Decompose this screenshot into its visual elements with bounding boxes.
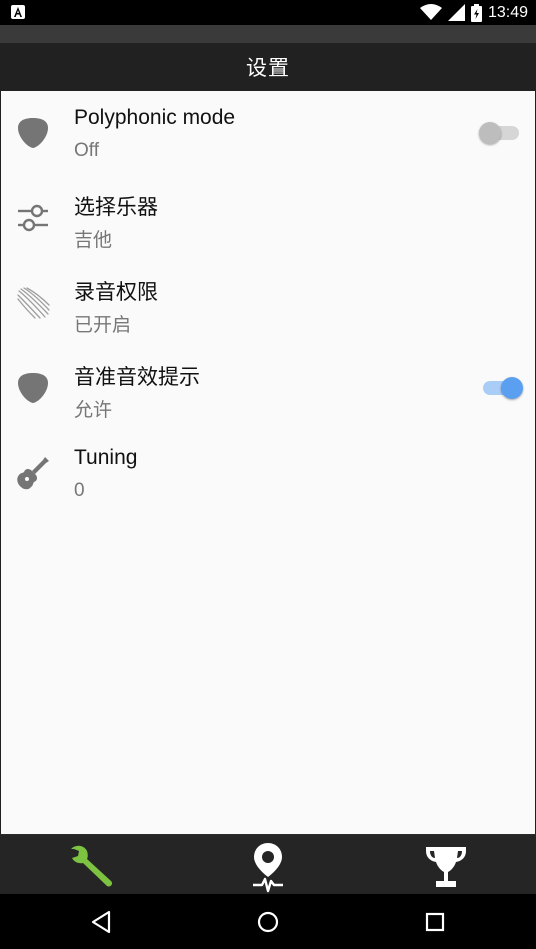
page-title: 设置 <box>246 56 290 80</box>
battery-icon <box>470 3 482 22</box>
signal-icon <box>447 4 465 21</box>
top-strip <box>0 25 536 43</box>
setting-value: 允许 <box>74 400 113 421</box>
back-icon[interactable] <box>87 908 117 936</box>
setting-value: 0 <box>74 480 85 501</box>
setting-title: Polyphonic mode <box>74 106 236 129</box>
setting-value: 已开启 <box>74 315 132 336</box>
recents-icon[interactable] <box>420 908 450 936</box>
setting-select-instrument[interactable]: 选择乐器 吉他 <box>1 176 535 261</box>
toggle-knob <box>501 377 523 399</box>
nav-achievements[interactable] <box>416 841 476 893</box>
sound-waves-icon <box>17 287 50 319</box>
setting-polyphonic-mode[interactable]: Polyphonic mode Off <box>1 91 535 176</box>
settings-list: Polyphonic mode Off 选择乐器 吉他 录音权限 已开启 音准音… <box>1 91 535 834</box>
trophy-icon <box>426 847 466 887</box>
bottom-navigation <box>0 834 536 894</box>
toggle-knob <box>479 122 501 144</box>
status-time: 13:49 <box>487 3 528 21</box>
home-icon[interactable] <box>253 908 283 936</box>
notification-a-icon <box>11 5 25 19</box>
setting-pitch-sound-hint[interactable]: 音准音效提示 允许 <box>1 346 535 431</box>
wrench-icon <box>71 845 113 887</box>
wifi-icon <box>419 4 442 20</box>
system-navigation <box>0 894 536 949</box>
guitar-pick-icon <box>18 373 48 403</box>
pitch-sound-hint-toggle[interactable] <box>481 376 523 400</box>
setting-tuning[interactable]: Tuning 0 <box>1 431 535 516</box>
setting-title: 录音权限 <box>74 281 158 304</box>
setting-title: Tuning <box>74 446 138 469</box>
setting-value: Off <box>74 140 99 161</box>
status-bar: 13:49 <box>0 0 536 25</box>
setting-value: 吉他 <box>74 230 113 251</box>
setting-title: 选择乐器 <box>74 196 158 219</box>
nav-tuner[interactable] <box>238 841 298 893</box>
setting-title: 音准音效提示 <box>74 366 200 389</box>
app-bar: 设置 <box>0 43 536 91</box>
setting-record-permission[interactable]: 录音权限 已开启 <box>1 261 535 346</box>
guitar-icon <box>17 457 49 490</box>
nav-settings[interactable] <box>62 841 122 893</box>
sliders-icon <box>18 204 48 232</box>
tuner-pin-icon <box>253 843 283 893</box>
polyphonic-mode-toggle[interactable] <box>479 121 523 145</box>
guitar-pick-icon <box>18 118 48 148</box>
